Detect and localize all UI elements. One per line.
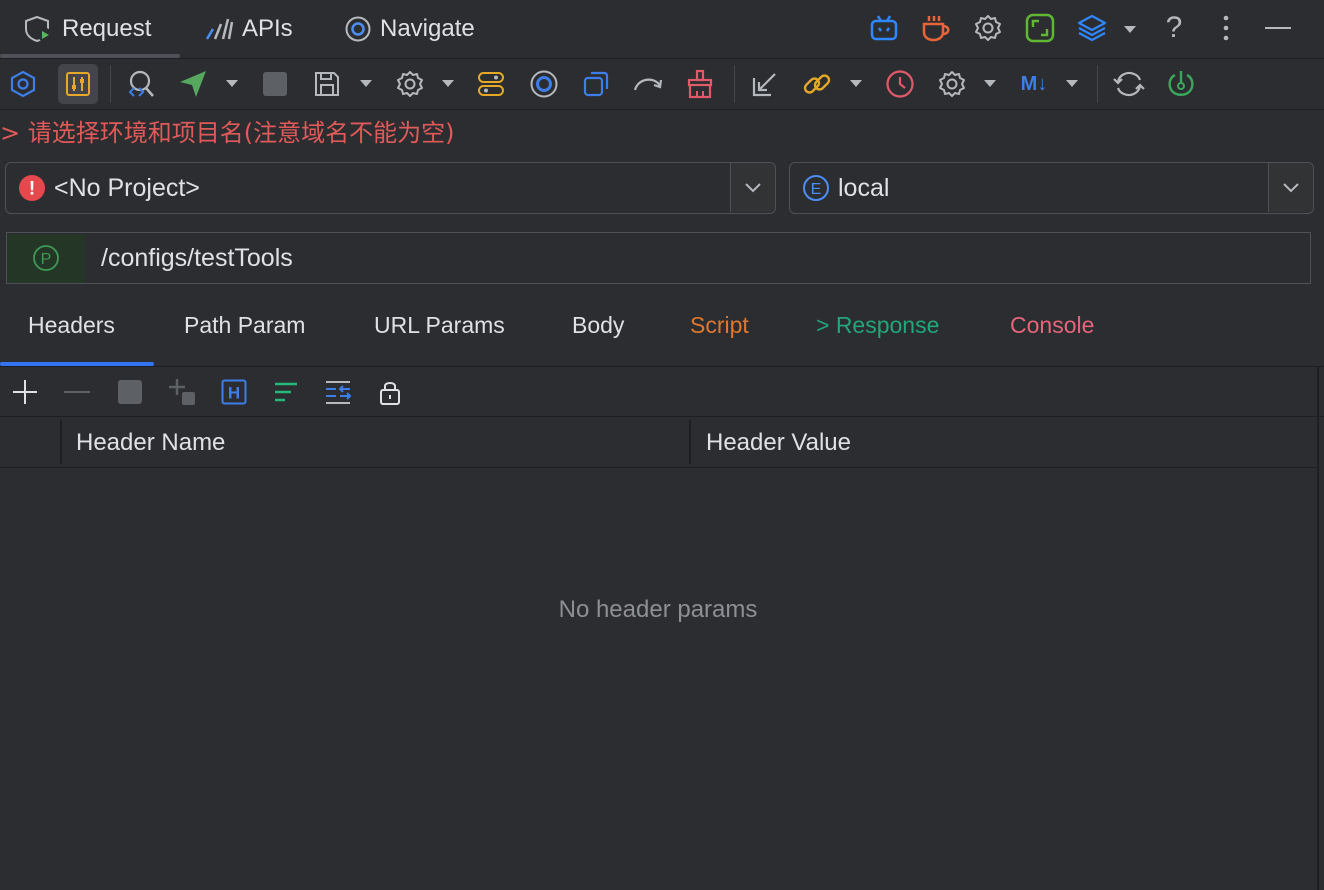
tab-path-param[interactable]: Path Param [184,312,305,339]
stop-square-icon[interactable] [114,376,146,408]
help-icon[interactable]: ? [1158,11,1190,44]
table-toolbar: H [0,368,1324,417]
environment-icon-glyph: E [811,181,822,198]
environment-select[interactable]: E local [789,162,1314,214]
chevron-down-icon[interactable] [1268,163,1313,212]
column-header-name[interactable]: Header Name [76,418,225,467]
tab-label: Navigate [380,15,475,42]
align-icon[interactable] [270,376,302,408]
column-separator[interactable] [689,420,691,464]
navigate-circle-icon [344,15,372,43]
bilibili-tv-icon[interactable] [868,12,900,44]
empty-table-message: No header params [558,596,758,623]
layers-dropdown-arrow[interactable] [1124,26,1136,33]
save-icon[interactable] [310,67,344,101]
tab-request[interactable]: Request [24,10,151,48]
h-icon[interactable]: H [218,376,250,408]
config-dropdown-arrow[interactable] [984,80,996,87]
sync-icon[interactable] [1112,67,1146,101]
tab-script[interactable]: Script [690,312,749,339]
environment-warning: > 请选择环境和项目名(注意域名不能为空) [0,119,455,147]
redo-icon[interactable] [631,67,665,101]
tab-response[interactable]: > Response [816,312,939,339]
project-select-value: <No Project> [54,173,200,202]
markdown-icon[interactable]: M↓ [1014,67,1054,101]
add-copy-icon[interactable] [166,376,198,408]
active-subtab-indicator [0,362,154,366]
search-code-icon[interactable] [124,67,158,101]
sliders-icon[interactable] [58,64,98,104]
environment-icon: E [802,174,830,202]
toolbar-separator [110,65,111,103]
error-icon: ! [18,174,46,202]
settings-gear-icon[interactable] [972,12,1004,44]
toolbar-separator [734,65,735,103]
apis-chart-icon [204,16,234,42]
import-icon[interactable] [748,67,782,101]
header-table-head: Header Name Header Value [0,418,1318,468]
request-path-value: /configs/testTools [101,243,293,272]
hexagon-icon[interactable] [6,67,40,101]
record-icon[interactable] [527,67,561,101]
top-tab-bar: Request APIs Navigate ? [0,0,1324,59]
toggle-icon[interactable] [474,67,508,101]
panel-border [1317,366,1319,890]
link-icon[interactable] [800,67,834,101]
power-icon[interactable] [1164,67,1198,101]
p-icon-glyph: P [41,251,52,268]
gear-dropdown-arrow[interactable] [442,80,454,87]
column-header-value[interactable]: Header Value [706,418,851,467]
markdown-dropdown-arrow[interactable] [1066,80,1078,87]
tab-label: Request [62,15,152,42]
copy-icon[interactable] [579,67,613,101]
tab-navigate[interactable]: Navigate [344,10,475,48]
column-separator [60,420,62,464]
tab-label: APIs [242,15,293,42]
link-dropdown-arrow[interactable] [850,80,862,87]
save-dropdown-arrow[interactable] [360,80,372,87]
tab-headers[interactable]: Headers [28,312,115,339]
shield-play-icon [24,14,54,44]
add-icon[interactable] [9,376,41,408]
clean-broom-icon[interactable] [683,67,717,101]
tab-body[interactable]: Body [572,312,624,339]
toolbar-separator [1097,65,1098,103]
request-sub-tabs: Headers Path Param URL Params Body Scrip… [0,302,1324,367]
gear-icon[interactable] [393,67,427,101]
compare-icon[interactable] [322,376,354,408]
error-icon-glyph: ! [29,179,35,200]
p-circle-icon: P [7,233,85,283]
stop-icon[interactable] [258,67,292,101]
config-gear-icon[interactable] [935,67,969,101]
environment-select-value: local [838,173,890,202]
h-icon-glyph: H [228,384,240,403]
tab-url-params[interactable]: URL Params [374,312,505,339]
tab-console[interactable]: Console [1010,312,1094,339]
project-select[interactable]: ! <No Project> [5,162,776,214]
request-path-field[interactable]: P /configs/testTools [6,232,1311,284]
screen-capture-icon[interactable] [1024,12,1056,44]
lock-icon[interactable] [374,376,406,408]
remove-icon[interactable] [61,376,93,408]
minimize-icon[interactable] [1262,12,1294,44]
tab-apis[interactable]: APIs [204,10,293,48]
history-clock-icon[interactable] [883,67,917,101]
coffee-icon[interactable] [920,12,952,44]
active-tab-indicator [0,54,180,58]
send-dropdown-arrow[interactable] [226,80,238,87]
main-toolbar: M↓ [0,59,1324,110]
send-icon[interactable] [176,67,210,101]
layers-icon[interactable] [1076,12,1108,44]
more-vertical-icon[interactable] [1210,12,1242,44]
chevron-down-icon[interactable] [730,163,775,212]
